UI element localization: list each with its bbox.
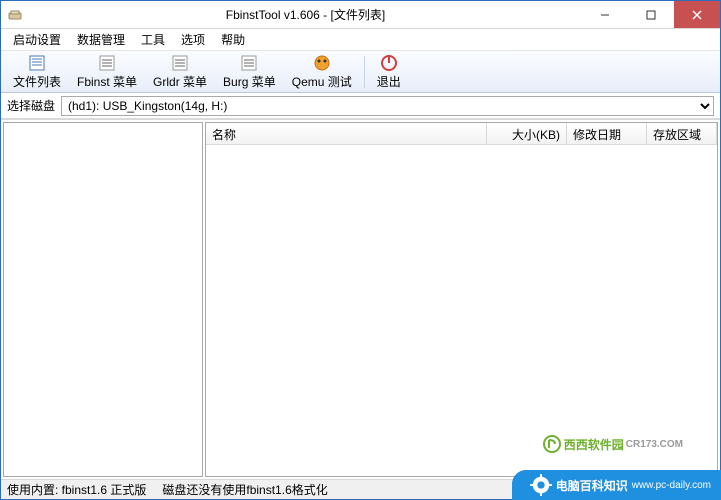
watermark-cr173-sub: CR173.COM: [626, 439, 683, 450]
menu-help[interactable]: 帮助: [213, 29, 253, 50]
close-button[interactable]: [674, 1, 720, 28]
status-left: 使用内置: fbinst1.6 正式版: [7, 481, 146, 498]
disk-label: 选择磁盘: [7, 97, 55, 114]
watermark-pcdaily-sub: www.pc-daily.com: [632, 480, 711, 491]
fbinst-menu-label: Fbinst 菜单: [77, 73, 137, 90]
main-area: 名称 大小(KB) 修改日期 存放区域: [1, 119, 720, 479]
menu-icon: [240, 54, 258, 72]
menu-startup[interactable]: 启动设置: [5, 29, 69, 50]
gear-icon: [530, 474, 552, 496]
menu-icon: [98, 54, 116, 72]
maximize-button[interactable]: [628, 1, 674, 28]
column-size[interactable]: 大小(KB): [487, 123, 567, 144]
app-icon: [1, 1, 29, 29]
toolbar: 文件列表 Fbinst 菜单 Grldr 菜单 Burg 菜单 Qemu 测试 …: [1, 51, 720, 93]
watermark-pcdaily-text: 电脑百科知识: [556, 477, 628, 494]
qemu-icon: [313, 54, 331, 72]
column-date[interactable]: 修改日期: [567, 123, 647, 144]
menu-icon: [171, 54, 189, 72]
toolbar-separator: [364, 56, 365, 88]
grldr-menu-label: Grldr 菜单: [153, 73, 207, 90]
disk-select[interactable]: (hd1): USB_Kingston(14g, H:): [61, 96, 714, 116]
fbinst-menu-button[interactable]: Fbinst 菜单: [69, 51, 145, 92]
exit-button[interactable]: 退出: [369, 51, 409, 92]
list-pane: 名称 大小(KB) 修改日期 存放区域: [205, 122, 718, 477]
burg-menu-button[interactable]: Burg 菜单: [215, 51, 284, 92]
qemu-test-button[interactable]: Qemu 测试: [284, 51, 360, 92]
menu-options[interactable]: 选项: [173, 29, 213, 50]
exit-icon: [380, 54, 398, 72]
app-window: FbinstTool v1.606 - [文件列表] 启动设置 数据管理 工具 …: [0, 0, 721, 500]
exit-label: 退出: [377, 73, 401, 90]
watermark-pcdaily: 电脑百科知识 www.pc-daily.com: [512, 470, 721, 500]
column-name[interactable]: 名称: [206, 123, 487, 144]
window-controls: [582, 1, 720, 28]
file-list-button[interactable]: 文件列表: [5, 51, 69, 92]
titlebar: FbinstTool v1.606 - [文件列表]: [1, 1, 720, 29]
status-right: 磁盘还没有使用fbinst1.6格式化: [162, 481, 327, 498]
file-list-icon: [28, 54, 46, 72]
watermark-cr173-text: 西西软件园: [564, 436, 624, 453]
window-title: FbinstTool v1.606 - [文件列表]: [29, 6, 582, 23]
minimize-button[interactable]: [582, 1, 628, 28]
grldr-menu-button[interactable]: Grldr 菜单: [145, 51, 215, 92]
tree-pane[interactable]: [3, 122, 203, 477]
menu-tools[interactable]: 工具: [133, 29, 173, 50]
file-list-label: 文件列表: [13, 73, 61, 90]
disk-selector-row: 选择磁盘 (hd1): USB_Kingston(14g, H:): [1, 93, 720, 119]
list-header: 名称 大小(KB) 修改日期 存放区域: [206, 123, 717, 145]
menubar: 启动设置 数据管理 工具 选项 帮助: [1, 29, 720, 51]
watermark-cr173: 西西软件园 CR173.COM: [542, 434, 683, 454]
menu-data[interactable]: 数据管理: [69, 29, 133, 50]
column-area[interactable]: 存放区域: [647, 123, 717, 144]
qemu-test-label: Qemu 测试: [292, 73, 352, 90]
burg-menu-label: Burg 菜单: [223, 73, 276, 90]
list-body[interactable]: [206, 145, 717, 476]
